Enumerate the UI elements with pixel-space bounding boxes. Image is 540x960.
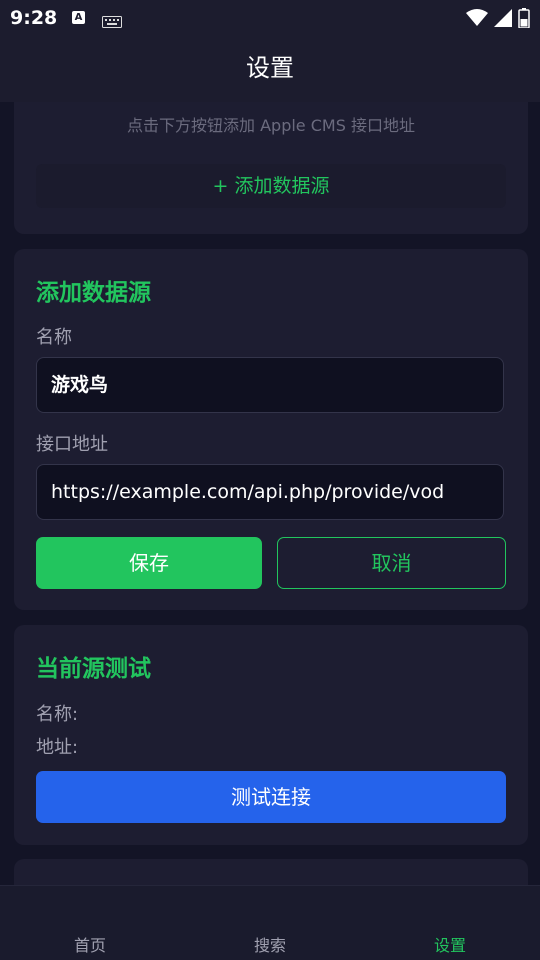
bottom-tab-bar: 首页 搜索 设置 — [0, 885, 540, 960]
empty-source-hint: 点击下方按钮添加 Apple CMS 接口地址 — [127, 116, 415, 135]
add-source-button[interactable]: + 添加数据源 — [36, 164, 506, 208]
name-label: 名称 — [36, 327, 72, 348]
source-list-card: 点击下方按钮添加 Apple CMS 接口地址 + 添加数据源 — [14, 102, 528, 234]
test-connection-button[interactable]: 测试连接 — [36, 771, 506, 823]
source-test-title: 当前源测试 — [36, 656, 151, 682]
battery-icon — [518, 8, 530, 32]
url-input[interactable]: https://example.com/api.php/provide/vod — [36, 464, 504, 520]
name-input[interactable]: 游戏鸟 — [36, 357, 504, 413]
save-button[interactable]: 保存 — [36, 537, 262, 589]
tab-search[interactable]: 搜索 — [220, 932, 320, 956]
page-title: 设置 — [246, 54, 294, 82]
signal-icon — [494, 9, 512, 31]
status-time: 9:28 — [10, 7, 58, 29]
cancel-button[interactable]: 取消 — [277, 537, 506, 589]
source-test-card: 当前源测试 名称: 地址: 测试连接 — [14, 625, 528, 845]
tab-home[interactable]: 首页 — [40, 932, 140, 956]
page-header: 设置 — [0, 36, 540, 102]
tab-settings[interactable]: 设置 — [400, 932, 500, 956]
a-badge-icon: A — [72, 11, 85, 24]
wifi-icon — [466, 9, 488, 31]
keyboard-icon — [102, 13, 122, 32]
add-source-title: 添加数据源 — [36, 280, 151, 306]
current-source-name: 名称: — [36, 704, 79, 725]
url-label: 接口地址 — [36, 434, 108, 455]
current-source-url: 地址: — [36, 737, 79, 758]
status-bar: 9:28 A — [0, 0, 540, 36]
add-source-form-card: 添加数据源 名称 游戏鸟 接口地址 https://example.com/ap… — [14, 249, 528, 610]
